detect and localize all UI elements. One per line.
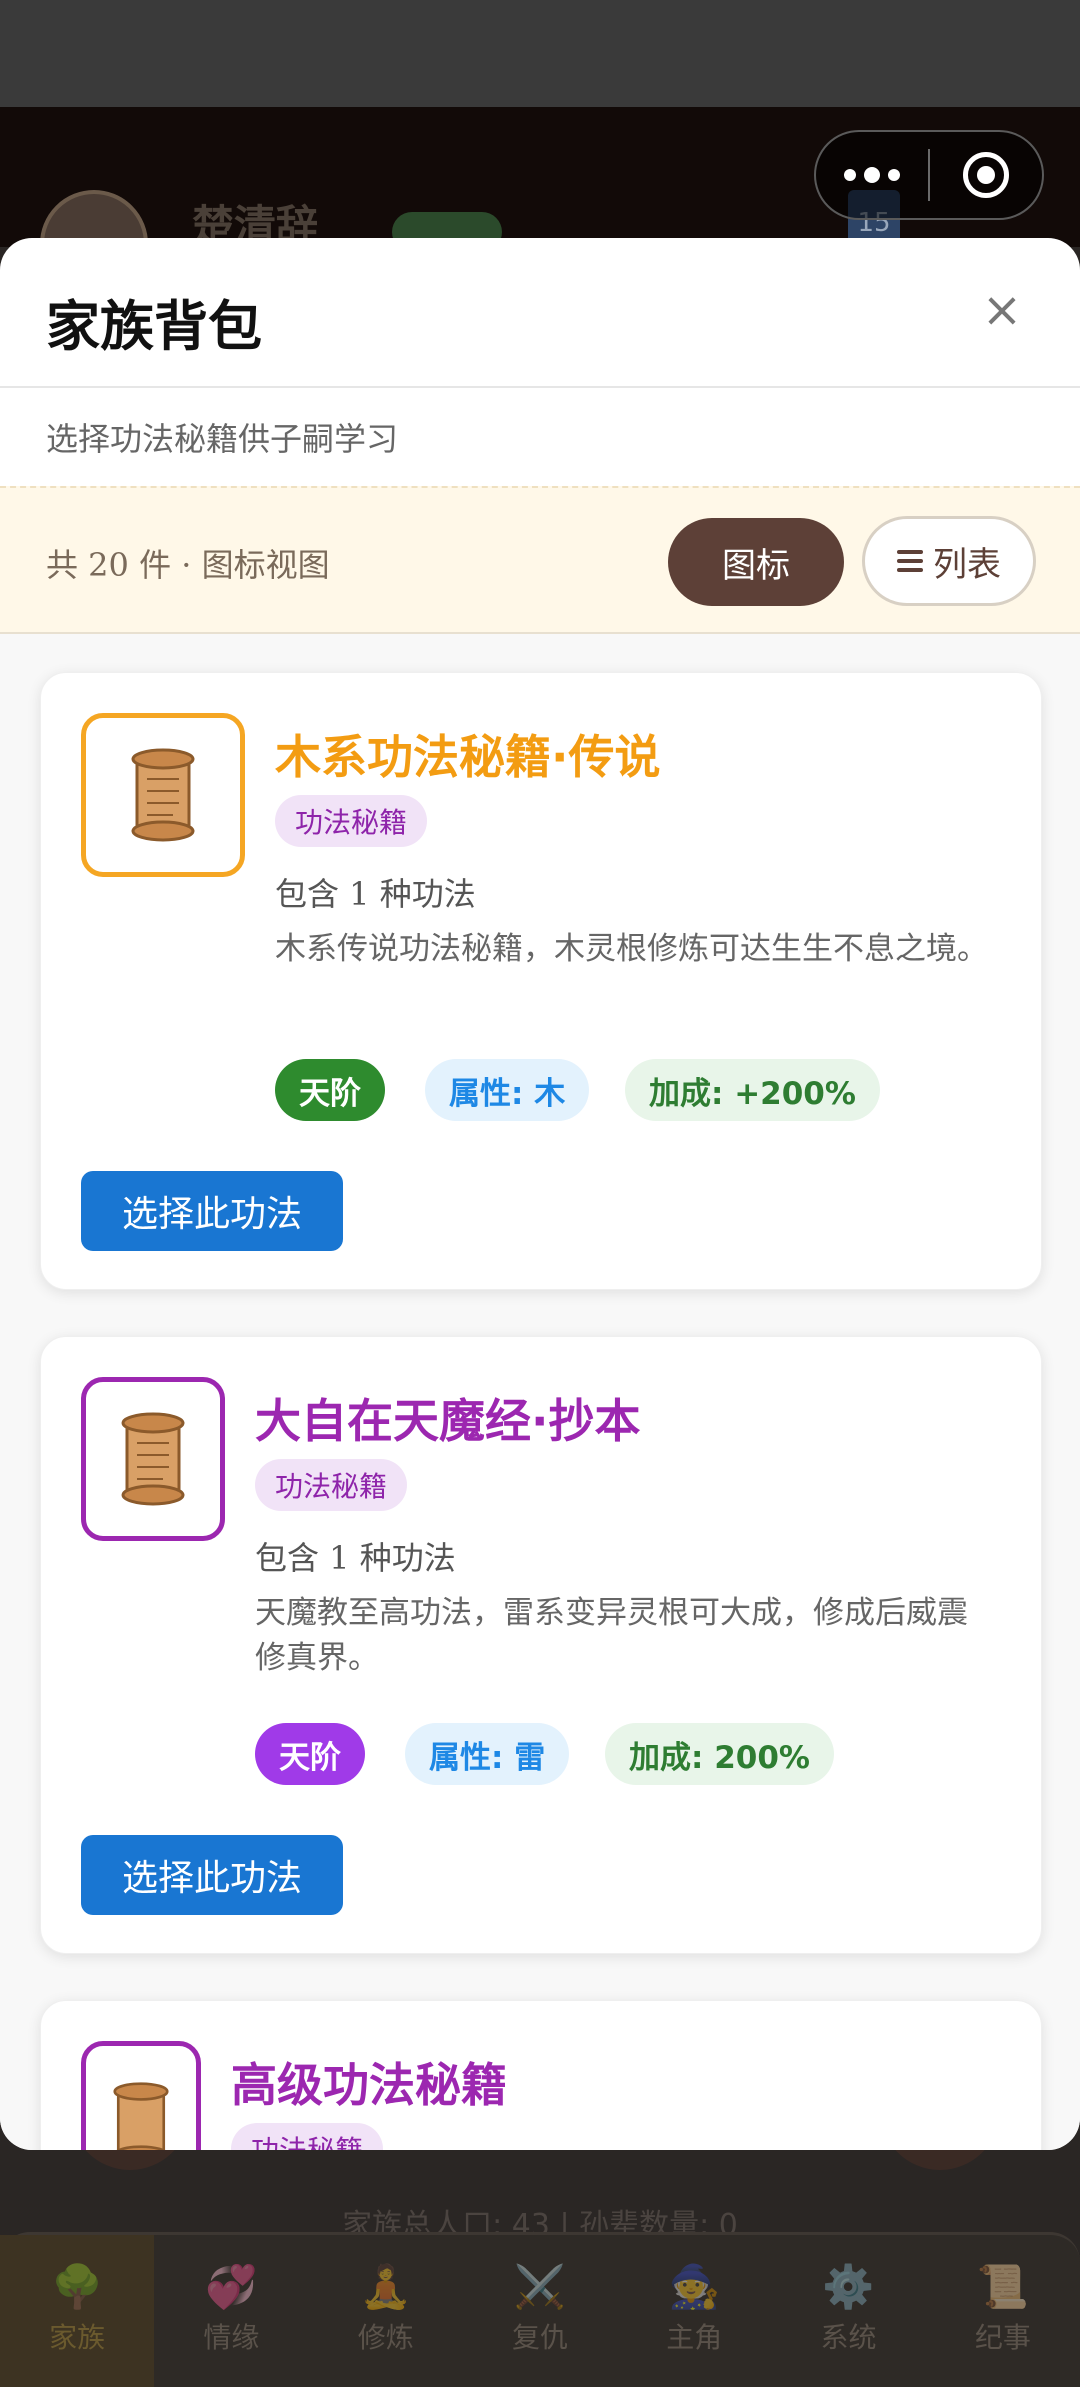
list-item: 大自在天魔经·抄本 功法秘籍 包含 1 种功法 天魔教至高功法，雷系变异灵根可大… bbox=[40, 1336, 1042, 1954]
meditation-icon: 🧘 bbox=[359, 2262, 412, 2311]
item-name: 木系功法秘籍·传说 bbox=[275, 730, 661, 784]
select-technique-button[interactable]: 选择此功法 bbox=[81, 1835, 343, 1915]
modal-subtitle: 选择功法秘籍供子嗣学习 bbox=[46, 420, 399, 458]
item-count-text: 共 20 件 · 图标视图 bbox=[46, 546, 330, 584]
tab-label: 主角 bbox=[666, 2321, 723, 2354]
scroll-icon bbox=[81, 1377, 225, 1541]
tab-family[interactable]: 🌳 家族 bbox=[0, 2235, 155, 2387]
tab-cultivation[interactable]: 🧘 修炼 bbox=[309, 2235, 463, 2387]
bottom-tabbar: 🌳 家族 💞 情缘 🧘 修炼 ⚔️ 复仇 🧙 主角 ⚙️ 系统 📜 纪事 bbox=[0, 2232, 1080, 2387]
miniprogram-capsule bbox=[814, 130, 1044, 220]
list-view-button[interactable]: 列表 bbox=[862, 516, 1036, 606]
icon-view-button[interactable]: 图标 bbox=[668, 518, 844, 606]
family-backpack-modal: 家族背包 × 选择功法秘籍供子嗣学习 共 20 件 · 图标视图 图标 列表 木… bbox=[0, 238, 1080, 2150]
item-kind-tag: 功法秘籍 bbox=[275, 795, 428, 847]
list-item: 高级功法秘籍 功法秘籍 bbox=[40, 2000, 1042, 2150]
mage-icon: 🧙 bbox=[668, 2262, 721, 2311]
scroll-icon: 📜 bbox=[976, 2262, 1029, 2311]
tab-system[interactable]: ⚙️ 系统 bbox=[771, 2235, 925, 2387]
view-toolbar: 共 20 件 · 图标视图 图标 列表 bbox=[0, 486, 1080, 634]
modal-title: 家族背包 bbox=[46, 295, 262, 358]
modal-header: 家族背包 × bbox=[0, 238, 1080, 388]
item-contains: 包含 1 种功法 bbox=[255, 1539, 456, 1577]
tab-chronicle[interactable]: 📜 纪事 bbox=[926, 2235, 1080, 2387]
item-description: 天魔教至高功法，雷系变异灵根可大成，修成后威震修真界。 bbox=[255, 1595, 968, 1676]
tab-protagonist[interactable]: 🧙 主角 bbox=[617, 2235, 771, 2387]
close-button[interactable]: × bbox=[972, 280, 1032, 340]
item-description: 木系传说功法秘籍，木灵根修炼可达生生不息之境。 bbox=[275, 931, 988, 967]
tab-romance[interactable]: 💞 情缘 bbox=[154, 2235, 308, 2387]
item-kind-tag: 功法秘籍 bbox=[231, 2123, 384, 2150]
tab-label: 纪事 bbox=[974, 2321, 1031, 2354]
attribute-badge: 属性: 木 bbox=[425, 1059, 590, 1121]
more-options-icon[interactable] bbox=[816, 167, 928, 183]
scroll-icon bbox=[81, 713, 245, 877]
tab-label: 系统 bbox=[820, 2321, 877, 2354]
attribute-badge: 属性: 雷 bbox=[405, 1723, 570, 1785]
icon-view-label: 图标 bbox=[722, 545, 790, 586]
tab-label: 修炼 bbox=[357, 2321, 414, 2354]
list-item: 木系功法秘籍·传说 功法秘籍 包含 1 种功法 木系传说功法秘籍，木灵根修炼可达… bbox=[40, 672, 1042, 1290]
status-bar bbox=[0, 0, 1080, 107]
grade-badge: 天阶 bbox=[255, 1723, 365, 1785]
gear-icon: ⚙️ bbox=[822, 2262, 875, 2311]
list-icon bbox=[897, 550, 923, 572]
grade-badge: 天阶 bbox=[275, 1059, 385, 1121]
bonus-badge: 加成: 200% bbox=[605, 1723, 834, 1785]
tab-label: 家族 bbox=[49, 2321, 106, 2354]
list-view-label: 列表 bbox=[933, 544, 1001, 585]
scroll-icon bbox=[81, 2041, 201, 2150]
item-name: 高级功法秘籍 bbox=[231, 2058, 507, 2112]
tab-label: 情缘 bbox=[203, 2321, 260, 2354]
item-list[interactable]: 木系功法秘籍·传说 功法秘籍 包含 1 种功法 木系传说功法秘籍，木灵根修炼可达… bbox=[0, 634, 1080, 2150]
item-contains: 包含 1 种功法 bbox=[275, 875, 476, 913]
item-kind-tag: 功法秘籍 bbox=[255, 1459, 408, 1511]
bonus-badge: 加成: +200% bbox=[625, 1059, 880, 1121]
tab-revenge[interactable]: ⚔️ 复仇 bbox=[463, 2235, 617, 2387]
item-name: 大自在天魔经·抄本 bbox=[255, 1394, 641, 1448]
tree-icon: 🌳 bbox=[50, 2262, 104, 2311]
close-miniprogram-icon[interactable] bbox=[930, 152, 1042, 198]
crossed-swords-icon: ⚔️ bbox=[513, 2262, 567, 2311]
tab-label: 复仇 bbox=[511, 2321, 568, 2354]
select-technique-button[interactable]: 选择此功法 bbox=[81, 1171, 343, 1251]
hearts-icon: 💞 bbox=[205, 2262, 258, 2311]
